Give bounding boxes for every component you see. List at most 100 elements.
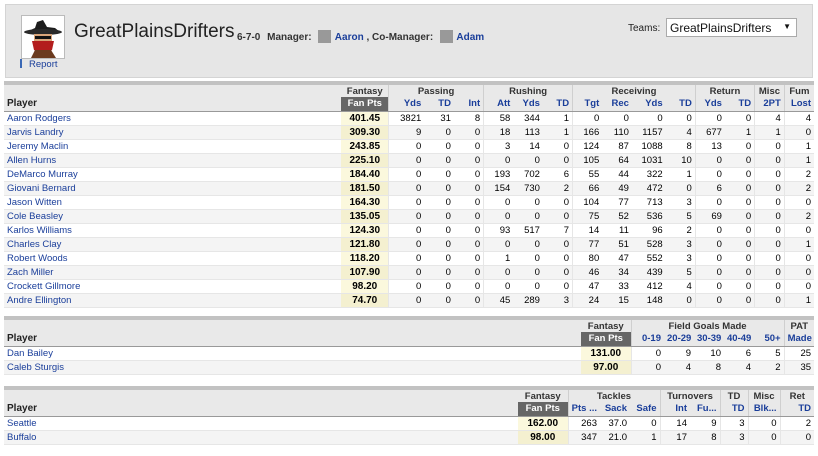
- teams-label: Teams:: [628, 23, 661, 34]
- player-name-link[interactable]: Dan Bailey: [4, 346, 581, 361]
- stat-cell: 439: [631, 265, 666, 280]
- stat-cell: 2: [754, 360, 785, 375]
- player-name-link[interactable]: DeMarco Murray: [4, 167, 342, 182]
- player-column-header[interactable]: Player: [4, 97, 342, 112]
- stat-column-header[interactable]: Tgt: [572, 97, 603, 112]
- stat-cell: 0: [724, 153, 755, 168]
- player-name-link[interactable]: Andre Ellington: [4, 293, 342, 308]
- stat-cell: 14: [513, 139, 543, 154]
- fantasy-points: 131.00: [581, 346, 631, 361]
- fantasy-points: 184.40: [341, 167, 389, 182]
- stat-cell: 0: [453, 181, 484, 196]
- stat-column-header[interactable]: Blk...: [747, 402, 781, 417]
- stat-column-header[interactable]: 50+: [754, 332, 785, 347]
- stat-column-header[interactable]: Int: [453, 97, 484, 112]
- stat-cell: 33: [602, 279, 632, 294]
- stat-cell: 1: [483, 251, 514, 266]
- stat-column-header[interactable]: Att: [483, 97, 514, 112]
- stat-column-header[interactable]: Made: [783, 332, 815, 347]
- stat-cell: 0: [453, 251, 484, 266]
- player-name-link[interactable]: Aaron Rodgers: [4, 111, 342, 126]
- player-name-link[interactable]: Crockett Gillmore: [4, 279, 342, 294]
- stat-column-header[interactable]: Yds: [388, 97, 425, 112]
- stat-cell: 3821: [388, 111, 425, 126]
- stat-column-header[interactable]: 30-39: [694, 332, 724, 347]
- stat-column-header[interactable]: 2PT: [754, 97, 785, 112]
- fantasy-points: 162.00: [518, 416, 568, 431]
- stat-column-header[interactable]: Rec: [602, 97, 632, 112]
- player-column-header[interactable]: Player: [4, 402, 518, 417]
- stat-column-header[interactable]: TD: [665, 97, 696, 112]
- stat-column-header[interactable]: TD: [779, 402, 815, 417]
- player-name-link[interactable]: Cole Beasley: [4, 209, 342, 224]
- fan-pts-column-header[interactable]: Fan Pts: [341, 97, 389, 112]
- player-name-link[interactable]: Charles Clay: [4, 237, 342, 252]
- stat-cell: 0: [694, 167, 725, 182]
- stat-column-header[interactable]: TD: [424, 97, 454, 112]
- player-name-link[interactable]: Zach Miller: [4, 265, 342, 280]
- player-name-link[interactable]: Giovani Bernard: [4, 181, 342, 196]
- stat-column-header[interactable]: Yds: [631, 97, 666, 112]
- stat-cell: 0: [630, 360, 664, 375]
- player-name-link[interactable]: Buffalo: [4, 430, 518, 445]
- player-name-link[interactable]: Jarvis Landry: [4, 125, 342, 140]
- player-name-link[interactable]: Caleb Sturgis: [4, 360, 581, 375]
- group-header-td: TD: [719, 386, 749, 402]
- player-name-link[interactable]: Robert Woods: [4, 251, 342, 266]
- stat-cell: 66: [572, 181, 603, 196]
- manager-link[interactable]: Aaron: [335, 32, 364, 43]
- stat-cell: 0: [453, 139, 484, 154]
- stat-cell: 47: [572, 279, 603, 294]
- stat-column-header[interactable]: TD: [542, 97, 573, 112]
- player-name-link[interactable]: Allen Hurns: [4, 153, 342, 168]
- stat-column-header[interactable]: 40-49: [724, 332, 754, 347]
- player-name-link[interactable]: Seattle: [4, 416, 518, 431]
- stat-column-header[interactable]: Safe: [630, 402, 660, 417]
- player-name-link[interactable]: Jeremy Maclin: [4, 139, 342, 154]
- stat-cell: 0: [724, 167, 755, 182]
- fantasy-points: 98.20: [341, 279, 389, 294]
- stat-column-header[interactable]: Yds: [694, 97, 725, 112]
- report-link[interactable]: Report: [20, 59, 58, 70]
- teams-select[interactable]: GreatPlainsDrifters ▼: [666, 18, 797, 37]
- stat-column-header[interactable]: 20-29: [664, 332, 694, 347]
- stat-column-header[interactable]: Int: [659, 402, 690, 417]
- fantasy-points: 97.00: [581, 360, 631, 375]
- stat-cell: 0: [388, 195, 425, 210]
- stat-cell: 0: [424, 139, 454, 154]
- stat-column-header[interactable]: Sack: [600, 402, 630, 417]
- stat-cell: 0: [483, 195, 514, 210]
- group-header-ret: Ret: [779, 386, 815, 402]
- stat-column-header[interactable]: Lost: [783, 97, 814, 112]
- stat-column-header[interactable]: Pts ...: [567, 402, 600, 417]
- table-row: Giovani Bernard 181.50 0 0 0 154 730 2 66 49 472 0 6…: [4, 181, 814, 196]
- stat-cell: 0: [754, 195, 785, 210]
- stat-cell: 2: [783, 181, 814, 196]
- stat-column-header[interactable]: TD: [724, 97, 755, 112]
- stat-cell: 1: [783, 293, 814, 308]
- stat-cell: 3: [665, 251, 696, 266]
- player-name-link[interactable]: Karlos Williams: [4, 223, 342, 238]
- stat-cell: 0: [724, 195, 755, 210]
- stat-column-header[interactable]: Yds: [513, 97, 543, 112]
- stat-column-header[interactable]: Fu...: [690, 402, 721, 417]
- fan-pts-column-header[interactable]: Fan Pts: [518, 402, 568, 417]
- fantasy-points: 135.05: [341, 209, 389, 224]
- comanager-link[interactable]: Adam: [456, 32, 484, 43]
- stat-cell: 536: [631, 209, 666, 224]
- table-row: DeMarco Murray 184.40 0 0 0 193 702 6 55 44 322 1 0 0…: [4, 167, 814, 182]
- stat-cell: 0: [694, 293, 725, 308]
- stat-cell: 21.0: [600, 430, 630, 445]
- player-column-header[interactable]: Player: [4, 332, 581, 347]
- stat-cell: 1: [783, 237, 814, 252]
- stat-column-header[interactable]: TD: [719, 402, 749, 417]
- stat-cell: 96: [631, 223, 666, 238]
- stat-cell: 0: [483, 279, 514, 294]
- stat-cell: 0: [602, 111, 632, 126]
- stat-cell: 6: [694, 181, 725, 196]
- player-name-link[interactable]: Jason Witten: [4, 195, 342, 210]
- fantasy-points: 401.45: [341, 111, 389, 126]
- stat-cell: 0: [453, 195, 484, 210]
- stat-column-header[interactable]: 0-19: [630, 332, 664, 347]
- fan-pts-column-header[interactable]: Fan Pts: [581, 332, 631, 347]
